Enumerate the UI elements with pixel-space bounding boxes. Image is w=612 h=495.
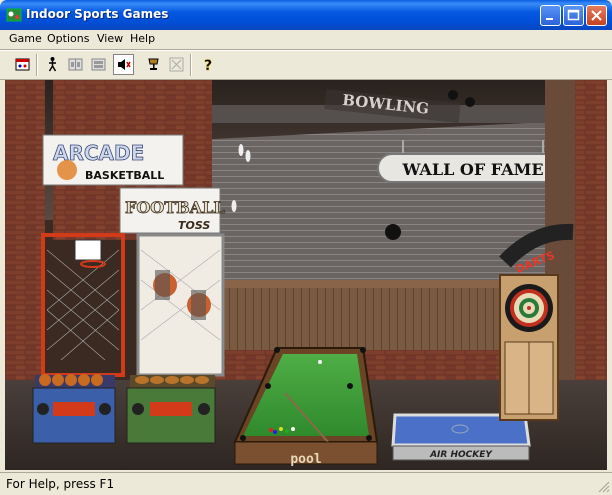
- bowling-ball-2: [448, 90, 458, 100]
- close-button[interactable]: [586, 5, 607, 26]
- sound-button[interactable]: [113, 54, 134, 75]
- disabled-icon: [169, 57, 184, 72]
- title-bar[interactable]: Indoor Sports Games: [0, 0, 612, 30]
- player-button[interactable]: [42, 54, 63, 75]
- maximize-button[interactable]: [563, 5, 584, 26]
- menu-help[interactable]: Help: [130, 32, 155, 45]
- panel-button[interactable]: [88, 54, 109, 75]
- maximize-icon: [567, 9, 580, 21]
- football-sign-title: FOOTBALL: [125, 198, 225, 217]
- status-bar: For Help, press F1: [0, 472, 612, 495]
- arcade-basketball-sign[interactable]: ARCADE BASKETBALL: [42, 134, 184, 186]
- sound-icon: [118, 59, 131, 70]
- new-game-button[interactable]: [12, 54, 33, 75]
- pool-label: pool: [290, 452, 321, 467]
- game-viewport[interactable]: BOWLING WALL OF FAME ARCADE BASKETBALL F…: [5, 80, 607, 470]
- disabled-button[interactable]: [166, 54, 187, 75]
- player-icon: [48, 57, 57, 72]
- scoreboard-icon: [68, 58, 83, 71]
- app-window: Indoor Sports Games Game Options View He…: [0, 0, 612, 495]
- panel-icon: [91, 58, 106, 71]
- svg-text:?: ?: [204, 58, 212, 74]
- window-title: Indoor Sports Games: [26, 7, 169, 21]
- air-hockey-label: AIR HOCKEY: [429, 450, 493, 460]
- status-text: For Help, press F1: [6, 477, 115, 491]
- basketball-machine[interactable]: [32, 233, 125, 444]
- football-machine[interactable]: [126, 233, 225, 444]
- menu-game[interactable]: Game: [9, 32, 42, 45]
- minimize-button[interactable]: [540, 5, 561, 26]
- app-icon: [6, 8, 22, 22]
- menu-bar: Game Options View Help: [0, 30, 612, 49]
- toolbar: ?: [0, 51, 612, 79]
- help-icon: ?: [204, 58, 213, 74]
- toolbar-separator: [36, 54, 38, 76]
- arcade-sign-subtitle: BASKETBALL: [85, 169, 164, 182]
- wall-of-fame-text: WALL OF FAME: [401, 160, 543, 179]
- trophy-icon: [148, 58, 159, 70]
- football-toss-sign[interactable]: FOOTBALL TOSS: [119, 187, 225, 234]
- new-game-icon: [15, 58, 30, 71]
- toolbar-separator-2: [190, 54, 192, 76]
- air-hockey-table[interactable]: AIR HOCKEY: [391, 413, 531, 461]
- help-button[interactable]: ?: [197, 54, 218, 75]
- resize-grip-icon[interactable]: [598, 481, 610, 493]
- football-sign-subtitle: TOSS: [178, 219, 210, 232]
- bowling-ball-3: [465, 97, 475, 107]
- menu-view[interactable]: View: [97, 32, 123, 45]
- scoreboard-button[interactable]: [65, 54, 86, 75]
- bowling-ball: [385, 224, 401, 240]
- trophy-button[interactable]: [143, 54, 164, 75]
- game-scene[interactable]: BOWLING WALL OF FAME ARCADE BASKETBALL F…: [5, 80, 607, 470]
- minimize-icon: [546, 18, 553, 20]
- close-icon: [591, 10, 602, 21]
- menu-options[interactable]: Options: [47, 32, 89, 45]
